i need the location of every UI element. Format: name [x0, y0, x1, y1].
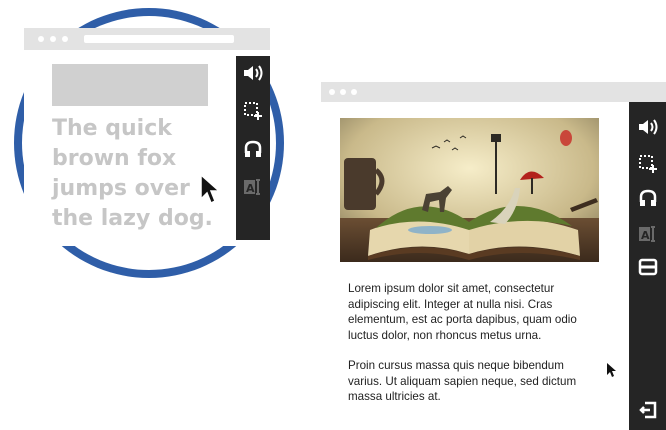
image-placeholder [52, 64, 208, 106]
text-select-icon[interactable]: A [633, 223, 663, 245]
article-paragraph-2: Proin cursus massa quis neque bibendum v… [348, 359, 577, 403]
select-region-icon[interactable] [238, 100, 268, 122]
mini-window-dot [62, 36, 68, 42]
exit-icon[interactable] [633, 398, 663, 422]
headphones-icon[interactable] [633, 187, 663, 209]
article-paragraph-1: Lorem ipsum dolor sit amet, consectetur … [348, 282, 577, 342]
window-dot [351, 89, 357, 95]
mini-address-bar [84, 35, 234, 43]
window-dot [329, 89, 335, 95]
mini-window-dot [38, 36, 44, 42]
window-dot [340, 89, 346, 95]
minimize-icon[interactable] [633, 256, 663, 278]
text-select-icon[interactable]: A [238, 176, 268, 198]
article-image [340, 118, 599, 262]
select-region-icon[interactable] [633, 153, 663, 175]
mouse-cursor-icon [199, 173, 221, 210]
svg-text:A: A [246, 182, 255, 195]
headphones-icon[interactable] [238, 138, 268, 160]
mini-window-dot [50, 36, 56, 42]
browser-titlebar [321, 82, 666, 102]
speaker-icon[interactable] [238, 62, 268, 84]
small-mouse-cursor-icon [606, 362, 618, 383]
speaker-icon[interactable] [633, 116, 663, 138]
svg-text:A: A [641, 229, 650, 242]
